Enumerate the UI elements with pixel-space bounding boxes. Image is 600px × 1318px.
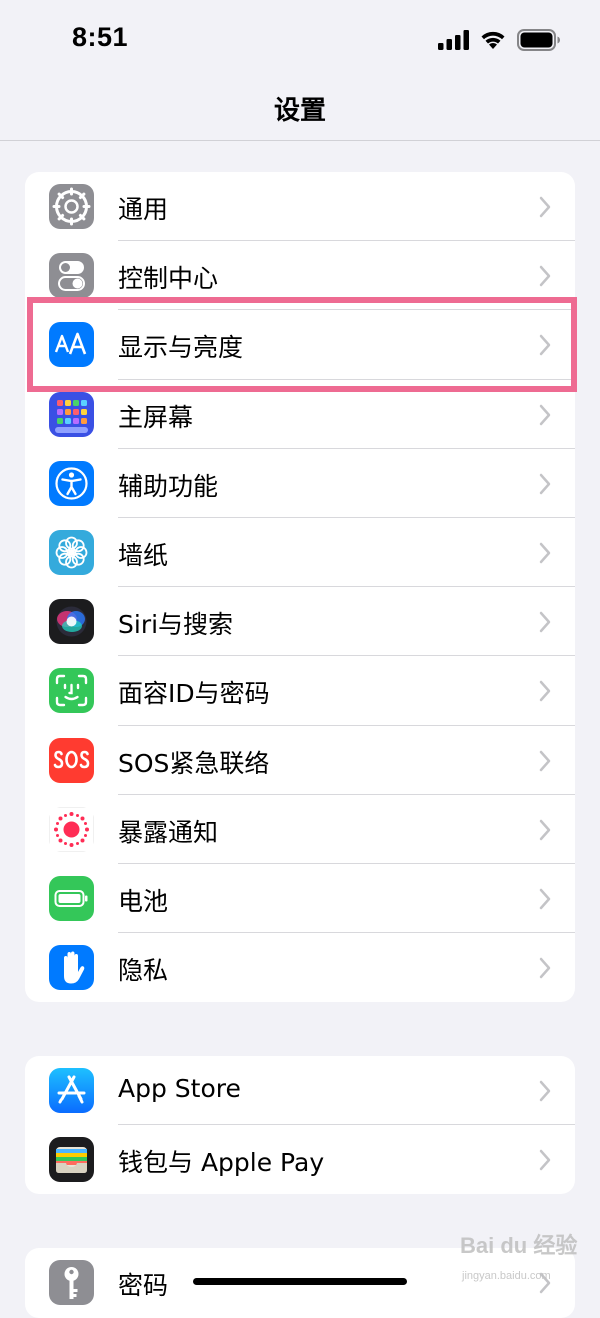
status-time: 8:51 [72,22,129,52]
settings-row-emergency-sos[interactable]: SOS紧急联络 [25,726,575,795]
row-label: 辅助功能 [118,471,219,501]
settings-row-wallpaper[interactable]: 墙纸 [25,518,575,588]
chevron-right-icon [539,196,551,218]
toggle-switches-icon [49,253,94,299]
chevron-right-icon [539,611,551,633]
watermark-url: jingyan.baidu.com [462,1270,551,1282]
settings-row-exposure-notifications[interactable]: 暴露通知 [25,795,575,864]
chevron-right-icon [539,1149,551,1171]
exposure-notification-icon [49,806,94,852]
app-store-icon [49,1068,94,1113]
chevron-right-icon [539,473,551,494]
flower-wallpaper-icon [49,529,94,575]
settings-row-siri-search[interactable]: Siri与搜索 [25,587,575,657]
wallet-icon [49,1137,94,1183]
settings-group-store-wallet: App Store 钱包与 Apple Pay [25,1056,575,1194]
chevron-right-icon [539,404,551,425]
row-label: Siri与搜索 [118,610,234,640]
row-label: 钱包与 Apple Pay [118,1148,325,1178]
row-label: 密码 [118,1271,169,1300]
navigation-bar: 设置 [0,80,600,141]
wifi-icon [481,31,505,49]
row-label: SOS紧急联络 [118,748,270,778]
chevron-right-icon [539,542,551,564]
chevron-right-icon [539,819,551,840]
row-label: 暴露通知 [118,817,219,847]
settings-row-battery[interactable]: 电池 [25,864,575,934]
key-icon [49,1260,94,1305]
home-screen-grid-icon [49,391,94,437]
face-id-icon [49,668,94,714]
row-label: 墙纸 [118,540,169,570]
cellular-signal-icon [438,30,469,50]
watermark-logo: Bai du 经验 [460,1233,578,1258]
page-title: 设置 [273,96,326,126]
settings-row-wallet-apple-pay[interactable]: 钱包与 Apple Pay [25,1125,575,1194]
chevron-right-icon [539,888,551,910]
row-label: 控制中心 [118,264,219,294]
chevron-right-icon [539,265,551,287]
row-label: 主屏幕 [118,402,194,432]
row-label: 电池 [118,886,169,916]
chevron-right-icon [539,750,551,771]
hand-privacy-icon [49,945,94,991]
settings-row-privacy[interactable]: 隐私 [25,933,575,1002]
settings-row-app-store[interactable]: App Store [25,1056,575,1126]
row-label: 面容ID与密码 [118,679,270,709]
accessibility-person-icon [49,460,94,506]
row-label: App Store [118,1074,241,1103]
chevron-right-icon [539,681,551,702]
home-indicator[interactable] [193,1278,407,1285]
chevron-right-icon [539,957,551,979]
row-label: 通用 [118,195,169,224]
battery-icon [49,875,94,921]
gear-icon [49,184,94,229]
highlight-annotation-box [27,297,577,392]
sos-icon [49,737,94,783]
status-bar: 8:51 [0,0,600,80]
row-label: 隐私 [118,956,169,986]
battery-status-icon [517,29,560,51]
settings-row-face-id-passcode[interactable]: 面容ID与密码 [25,656,575,726]
siri-orb-icon [49,599,94,645]
chevron-right-icon [539,1080,551,1102]
settings-row-general[interactable]: 通用 [25,172,575,242]
settings-row-accessibility[interactable]: 辅助功能 [25,449,575,518]
